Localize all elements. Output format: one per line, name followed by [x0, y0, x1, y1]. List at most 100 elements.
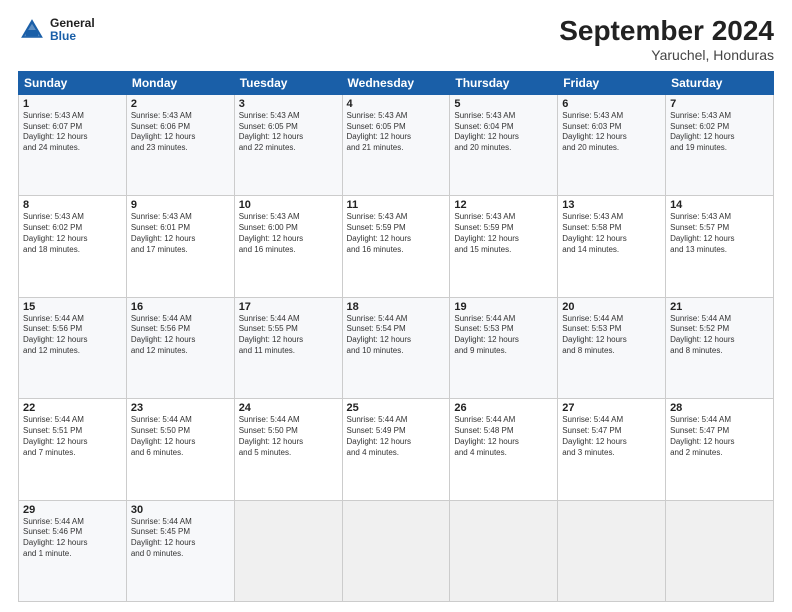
cell-info: Sunrise: 5:43 AM Sunset: 5:59 PM Dayligh…	[454, 212, 553, 255]
header-row: SundayMondayTuesdayWednesdayThursdayFrid…	[19, 71, 774, 94]
day-number: 12	[454, 199, 553, 211]
page: General Blue September 2024 Yaruchel, Ho…	[0, 0, 792, 612]
cell-info: Sunrise: 5:43 AM Sunset: 6:05 PM Dayligh…	[347, 111, 446, 154]
calendar-cell: 8Sunrise: 5:43 AM Sunset: 6:02 PM Daylig…	[19, 196, 127, 297]
day-number: 20	[562, 301, 661, 313]
day-number: 15	[23, 301, 122, 313]
calendar-cell	[342, 500, 450, 601]
calendar-cell: 14Sunrise: 5:43 AM Sunset: 5:57 PM Dayli…	[666, 196, 774, 297]
day-number: 17	[239, 301, 338, 313]
cell-info: Sunrise: 5:43 AM Sunset: 6:02 PM Dayligh…	[23, 212, 122, 255]
calendar-cell: 30Sunrise: 5:44 AM Sunset: 5:45 PM Dayli…	[126, 500, 234, 601]
calendar-cell: 3Sunrise: 5:43 AM Sunset: 6:05 PM Daylig…	[234, 94, 342, 195]
calendar-cell: 13Sunrise: 5:43 AM Sunset: 5:58 PM Dayli…	[558, 196, 666, 297]
logo: General Blue	[18, 16, 95, 44]
calendar-cell: 15Sunrise: 5:44 AM Sunset: 5:56 PM Dayli…	[19, 297, 127, 398]
calendar-cell: 28Sunrise: 5:44 AM Sunset: 5:47 PM Dayli…	[666, 399, 774, 500]
calendar-cell: 16Sunrise: 5:44 AM Sunset: 5:56 PM Dayli…	[126, 297, 234, 398]
day-number: 11	[347, 199, 446, 211]
calendar-cell: 19Sunrise: 5:44 AM Sunset: 5:53 PM Dayli…	[450, 297, 558, 398]
day-number: 14	[670, 199, 769, 211]
cell-info: Sunrise: 5:43 AM Sunset: 5:57 PM Dayligh…	[670, 212, 769, 255]
day-number: 28	[670, 402, 769, 414]
calendar-cell: 24Sunrise: 5:44 AM Sunset: 5:50 PM Dayli…	[234, 399, 342, 500]
day-number: 23	[131, 402, 230, 414]
day-number: 19	[454, 301, 553, 313]
calendar-cell	[450, 500, 558, 601]
cell-info: Sunrise: 5:44 AM Sunset: 5:56 PM Dayligh…	[23, 314, 122, 357]
cell-info: Sunrise: 5:44 AM Sunset: 5:46 PM Dayligh…	[23, 517, 122, 560]
cell-info: Sunrise: 5:44 AM Sunset: 5:53 PM Dayligh…	[562, 314, 661, 357]
calendar-cell	[666, 500, 774, 601]
cell-info: Sunrise: 5:44 AM Sunset: 5:50 PM Dayligh…	[239, 415, 338, 458]
calendar-cell: 23Sunrise: 5:44 AM Sunset: 5:50 PM Dayli…	[126, 399, 234, 500]
calendar-table: SundayMondayTuesdayWednesdayThursdayFrid…	[18, 71, 774, 602]
cell-info: Sunrise: 5:43 AM Sunset: 5:59 PM Dayligh…	[347, 212, 446, 255]
week-row-1: 1Sunrise: 5:43 AM Sunset: 6:07 PM Daylig…	[19, 94, 774, 195]
day-number: 10	[239, 199, 338, 211]
calendar-cell: 26Sunrise: 5:44 AM Sunset: 5:48 PM Dayli…	[450, 399, 558, 500]
calendar-cell: 22Sunrise: 5:44 AM Sunset: 5:51 PM Dayli…	[19, 399, 127, 500]
day-number: 2	[131, 98, 230, 110]
logo-text: General Blue	[50, 17, 95, 43]
calendar-cell: 17Sunrise: 5:44 AM Sunset: 5:55 PM Dayli…	[234, 297, 342, 398]
calendar-cell: 6Sunrise: 5:43 AM Sunset: 6:03 PM Daylig…	[558, 94, 666, 195]
cell-info: Sunrise: 5:44 AM Sunset: 5:56 PM Dayligh…	[131, 314, 230, 357]
calendar-cell: 2Sunrise: 5:43 AM Sunset: 6:06 PM Daylig…	[126, 94, 234, 195]
col-header-thursday: Thursday	[450, 71, 558, 94]
day-number: 27	[562, 402, 661, 414]
title-block: September 2024 Yaruchel, Honduras	[559, 16, 774, 63]
cell-info: Sunrise: 5:43 AM Sunset: 6:00 PM Dayligh…	[239, 212, 338, 255]
cell-info: Sunrise: 5:43 AM Sunset: 6:05 PM Dayligh…	[239, 111, 338, 154]
week-row-5: 29Sunrise: 5:44 AM Sunset: 5:46 PM Dayli…	[19, 500, 774, 601]
calendar-cell	[558, 500, 666, 601]
cell-info: Sunrise: 5:43 AM Sunset: 6:03 PM Dayligh…	[562, 111, 661, 154]
day-number: 5	[454, 98, 553, 110]
cell-info: Sunrise: 5:44 AM Sunset: 5:45 PM Dayligh…	[131, 517, 230, 560]
col-header-tuesday: Tuesday	[234, 71, 342, 94]
calendar-cell: 9Sunrise: 5:43 AM Sunset: 6:01 PM Daylig…	[126, 196, 234, 297]
cell-info: Sunrise: 5:43 AM Sunset: 6:02 PM Dayligh…	[670, 111, 769, 154]
day-number: 4	[347, 98, 446, 110]
day-number: 8	[23, 199, 122, 211]
day-number: 1	[23, 98, 122, 110]
cell-info: Sunrise: 5:43 AM Sunset: 6:07 PM Dayligh…	[23, 111, 122, 154]
calendar-cell: 4Sunrise: 5:43 AM Sunset: 6:05 PM Daylig…	[342, 94, 450, 195]
cell-info: Sunrise: 5:43 AM Sunset: 5:58 PM Dayligh…	[562, 212, 661, 255]
logo-blue: Blue	[50, 30, 95, 43]
day-number: 7	[670, 98, 769, 110]
day-number: 21	[670, 301, 769, 313]
day-number: 22	[23, 402, 122, 414]
calendar-cell: 11Sunrise: 5:43 AM Sunset: 5:59 PM Dayli…	[342, 196, 450, 297]
col-header-monday: Monday	[126, 71, 234, 94]
cell-info: Sunrise: 5:44 AM Sunset: 5:49 PM Dayligh…	[347, 415, 446, 458]
cell-info: Sunrise: 5:43 AM Sunset: 6:06 PM Dayligh…	[131, 111, 230, 154]
calendar-cell: 25Sunrise: 5:44 AM Sunset: 5:49 PM Dayli…	[342, 399, 450, 500]
day-number: 30	[131, 504, 230, 516]
calendar-cell: 7Sunrise: 5:43 AM Sunset: 6:02 PM Daylig…	[666, 94, 774, 195]
calendar-cell: 1Sunrise: 5:43 AM Sunset: 6:07 PM Daylig…	[19, 94, 127, 195]
day-number: 6	[562, 98, 661, 110]
cell-info: Sunrise: 5:44 AM Sunset: 5:48 PM Dayligh…	[454, 415, 553, 458]
day-number: 13	[562, 199, 661, 211]
week-row-3: 15Sunrise: 5:44 AM Sunset: 5:56 PM Dayli…	[19, 297, 774, 398]
cell-info: Sunrise: 5:44 AM Sunset: 5:55 PM Dayligh…	[239, 314, 338, 357]
calendar-cell: 20Sunrise: 5:44 AM Sunset: 5:53 PM Dayli…	[558, 297, 666, 398]
calendar-cell: 21Sunrise: 5:44 AM Sunset: 5:52 PM Dayli…	[666, 297, 774, 398]
col-header-sunday: Sunday	[19, 71, 127, 94]
day-number: 26	[454, 402, 553, 414]
day-number: 24	[239, 402, 338, 414]
location: Yaruchel, Honduras	[559, 47, 774, 63]
cell-info: Sunrise: 5:44 AM Sunset: 5:52 PM Dayligh…	[670, 314, 769, 357]
day-number: 18	[347, 301, 446, 313]
day-number: 25	[347, 402, 446, 414]
cell-info: Sunrise: 5:44 AM Sunset: 5:53 PM Dayligh…	[454, 314, 553, 357]
day-number: 9	[131, 199, 230, 211]
col-header-saturday: Saturday	[666, 71, 774, 94]
day-number: 3	[239, 98, 338, 110]
week-row-2: 8Sunrise: 5:43 AM Sunset: 6:02 PM Daylig…	[19, 196, 774, 297]
cell-info: Sunrise: 5:43 AM Sunset: 6:04 PM Dayligh…	[454, 111, 553, 154]
cell-info: Sunrise: 5:43 AM Sunset: 6:01 PM Dayligh…	[131, 212, 230, 255]
col-header-wednesday: Wednesday	[342, 71, 450, 94]
cell-info: Sunrise: 5:44 AM Sunset: 5:50 PM Dayligh…	[131, 415, 230, 458]
